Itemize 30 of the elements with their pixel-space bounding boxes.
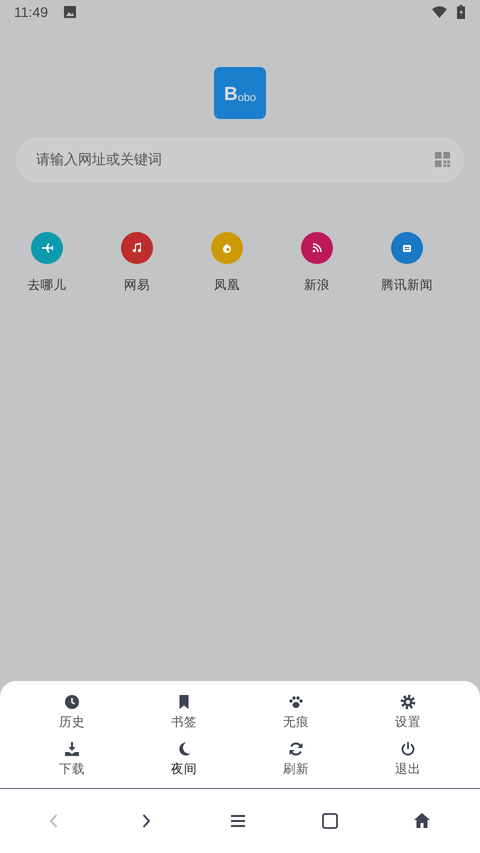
menu-item[interactable]: 退出: [352, 741, 464, 778]
image-icon: [64, 6, 76, 18]
menu-item[interactable]: 刷新: [240, 741, 352, 778]
menu-item[interactable]: 书签: [128, 694, 240, 731]
shortcut-icon[interactable]: [391, 232, 423, 264]
shortcut-label[interactable]: 新浪: [304, 277, 330, 294]
status-time: 11:49: [14, 4, 48, 20]
shortcut-label[interactable]: 凤凰: [214, 277, 240, 294]
refresh-icon: [288, 741, 304, 757]
power-icon: [400, 741, 416, 757]
menu-item[interactable]: 下载: [16, 741, 128, 778]
download-icon: [64, 741, 80, 757]
shortcut-icon[interactable]: [121, 232, 153, 264]
shortcut-label[interactable]: 网易: [124, 277, 150, 294]
app-logo: Bobo: [214, 67, 266, 119]
battery-icon: [457, 5, 465, 19]
shortcut-icon[interactable]: [211, 232, 243, 264]
clock-icon: [64, 694, 80, 710]
settings-icon: [400, 694, 416, 710]
shortcut-label[interactable]: 腾讯新闻: [381, 277, 433, 294]
menu-item[interactable]: 无痕: [240, 694, 352, 731]
menu-item[interactable]: 设置: [352, 694, 464, 731]
paw-icon: [288, 694, 304, 710]
search-field[interactable]: 请输入网址或关键词: [16, 137, 464, 183]
menu-item[interactable]: 夜间: [128, 741, 240, 778]
menu-item[interactable]: 历史: [16, 694, 128, 731]
shortcut-icon[interactable]: [301, 232, 333, 264]
wifi-icon: [432, 6, 447, 18]
shortcut-label[interactable]: 去哪儿: [28, 277, 66, 294]
shortcut-icon[interactable]: [31, 232, 63, 264]
